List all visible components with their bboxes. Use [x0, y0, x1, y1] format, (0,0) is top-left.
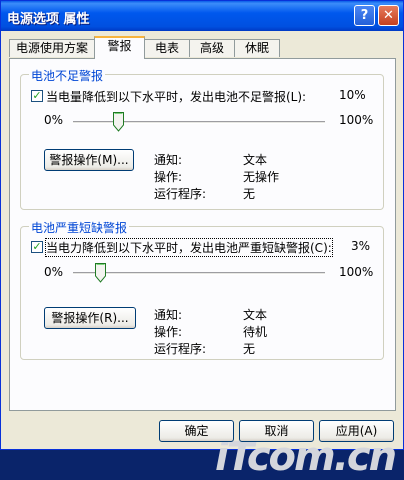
tab-hibernate[interactable]: 休眠	[234, 39, 280, 57]
ok-button[interactable]: 确定	[159, 420, 234, 442]
low-action-value: 无操作	[243, 170, 280, 184]
title-bar[interactable]: 电源选项 属性 ? ✕	[1, 1, 403, 31]
critical-battery-slider-min: 0%	[44, 265, 64, 279]
critical-battery-slider-track[interactable]	[73, 272, 325, 275]
critical-action-key: 操作:	[154, 325, 183, 339]
close-icon: ✕	[383, 8, 394, 23]
low-battery-group: 电池不足警报 ✓ 当电量降低到以下水平时，发出电池不足警报(L): 10% 0%…	[20, 67, 384, 210]
critical-battery-slider-max: 100%	[339, 265, 374, 279]
critical-battery-slider-thumb[interactable]	[95, 263, 107, 283]
low-program-value: 无	[243, 187, 256, 201]
low-battery-action-button[interactable]: 警报操作(M)...	[44, 149, 134, 171]
checkmark-icon: ✓	[32, 89, 42, 102]
low-battery-slider-min: 0%	[44, 113, 64, 127]
tab-power-meter[interactable]: 电表	[144, 39, 190, 57]
tab-advanced[interactable]: 高级	[189, 39, 235, 57]
low-notify-key: 通知:	[154, 153, 183, 167]
checkmark-icon: ✓	[32, 240, 42, 253]
tab-power-schemes[interactable]: 电源使用方案	[9, 39, 95, 57]
low-battery-slider-max: 100%	[339, 113, 374, 127]
low-action-key: 操作:	[154, 170, 183, 184]
help-icon: ?	[360, 8, 369, 23]
critical-action-value: 待机	[243, 325, 268, 339]
critical-battery-checkbox-label[interactable]: 当电力降低到以下水平时，发出电池严重短缺警报(C):	[45, 238, 333, 257]
critical-notify-key: 通知:	[154, 308, 183, 322]
alarms-tab-panel: 电池不足警报 ✓ 当电量降低到以下水平时，发出电池不足警报(L): 10% 0%…	[9, 58, 397, 480]
cancel-button[interactable]: 取消	[239, 420, 314, 442]
low-battery-group-title: 电池不足警报	[29, 67, 106, 84]
low-battery-checkbox[interactable]: ✓	[31, 90, 43, 102]
close-button[interactable]: ✕	[378, 5, 399, 26]
low-battery-slider-thumb[interactable]	[112, 112, 124, 132]
critical-program-value: 无	[243, 342, 256, 356]
low-battery-slider-track[interactable]	[73, 121, 325, 124]
critical-battery-action-button[interactable]: 警报操作(R)...	[44, 307, 136, 329]
low-program-key: 运行程序:	[154, 187, 207, 201]
low-battery-level-value: 10%	[339, 88, 366, 102]
tab-alarms[interactable]: 警报	[94, 36, 145, 59]
critical-battery-group: 电池严重短缺警报 ✓ 当电力降低到以下水平时，发出电池严重短缺警报(C): 3%…	[20, 219, 384, 360]
critical-program-key: 运行程序:	[154, 342, 207, 356]
critical-battery-group-title: 电池严重短缺警报	[29, 219, 130, 236]
help-button[interactable]: ?	[354, 5, 375, 26]
window-title: 电源选项 属性	[7, 12, 90, 27]
critical-battery-level-value: 3%	[351, 239, 371, 253]
critical-battery-checkbox[interactable]: ✓	[31, 241, 43, 253]
power-options-dialog: 电源选项 属性 ? ✕ 电源使用方案 警报 电表 高级 休眠 电池不足警报 ✓ …	[0, 0, 404, 480]
critical-notify-value: 文本	[243, 308, 268, 322]
apply-button[interactable]: 应用(A)	[319, 420, 394, 442]
low-notify-value: 文本	[243, 153, 268, 167]
low-battery-checkbox-label[interactable]: 当电量降低到以下水平时，发出电池不足警报(L):	[46, 88, 306, 105]
